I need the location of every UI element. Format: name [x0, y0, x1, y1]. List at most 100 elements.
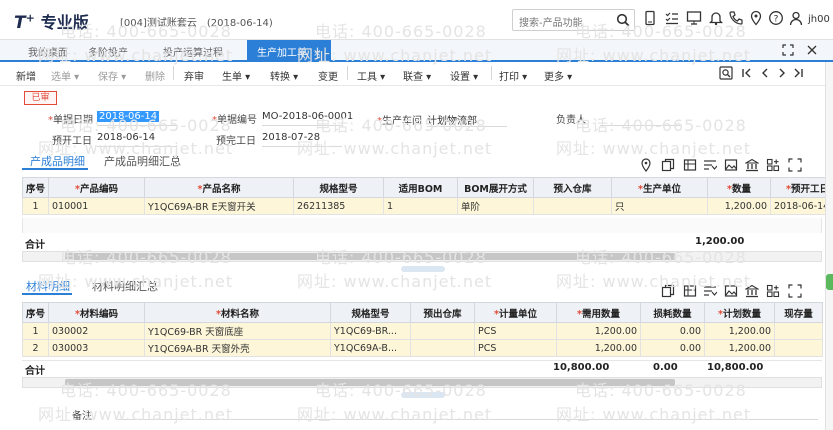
mobile-icon[interactable]	[642, 10, 658, 26]
product-column-header[interactable]: BOM展开方式	[457, 177, 534, 198]
print-button[interactable]: 打印 ▾	[499, 68, 527, 83]
product-column-header[interactable]: *生产单位	[611, 177, 708, 198]
tab-product-detail[interactable]: 产成品明细	[30, 153, 85, 169]
material-cell[interactable]	[410, 339, 475, 357]
product-cell[interactable]: 1	[383, 197, 458, 215]
location-icon[interactable]	[748, 10, 764, 26]
phone-icon[interactable]	[728, 10, 744, 26]
filter-icon[interactable]	[703, 158, 717, 172]
material-cell[interactable]: 1,200.00	[704, 322, 775, 340]
fullscreen-icon[interactable]	[788, 158, 802, 172]
product-cell[interactable]: Y1QC69A-BR E天窗开关	[144, 197, 294, 215]
material-cell[interactable]: 0.00	[640, 339, 705, 357]
maximize-icon[interactable]	[782, 44, 794, 56]
material-cell[interactable]: 030002	[48, 322, 145, 340]
product-row[interactable]: 1 010001 Y1QC69A-BR E天窗开关 26211385 1 单阶只 1,200…	[22, 197, 833, 215]
material-column-header[interactable]: *计划数量	[704, 302, 775, 323]
material-cell[interactable]	[774, 322, 823, 340]
previous-record-icon[interactable]	[759, 67, 771, 79]
material-column-header[interactable]: 序号	[22, 302, 49, 323]
splitter-handle[interactable]	[401, 266, 445, 272]
monitor-icon[interactable]	[686, 10, 702, 26]
material-cell[interactable]: 1,200.00	[556, 339, 641, 357]
close-icon[interactable]: ×	[313, 48, 321, 59]
more-button[interactable]: 更多 ▾	[544, 68, 572, 83]
query-button[interactable]: 联查 ▾	[403, 68, 431, 83]
filter-icon[interactable]	[703, 284, 717, 298]
grid-add-icon[interactable]	[766, 284, 780, 298]
scrollbar-thumb[interactable]	[65, 379, 675, 386]
product-column-header[interactable]: 规格型号	[293, 177, 384, 198]
product-column-header[interactable]: *预开工日	[770, 177, 833, 198]
bank-icon[interactable]	[745, 158, 759, 172]
insert-row-icon[interactable]	[683, 158, 697, 172]
material-column-header[interactable]: 损耗数量	[640, 302, 705, 323]
material-cell[interactable]: Y1QC69-BR 天窗底座	[144, 322, 331, 340]
material-cell[interactable]: Y1QC69A-BR 天窗外壳	[144, 339, 331, 357]
product-scrollbar[interactable]	[22, 251, 822, 262]
date-field[interactable]: 2018-06-14	[97, 111, 160, 122]
first-record-icon[interactable]	[741, 67, 753, 79]
product-cell[interactable]: 26211385	[293, 197, 384, 215]
material-column-header[interactable]: 现存量	[774, 302, 823, 323]
product-cell[interactable]: 只	[611, 197, 708, 215]
material-cell[interactable]	[410, 322, 475, 340]
material-column-header[interactable]: *材料名称	[144, 302, 331, 323]
material-cell[interactable]: PCS	[474, 322, 557, 340]
material-row[interactable]: 2 030003 Y1QC69A-BR 天窗外壳 Y1QC69A-B... PCS 1,2…	[22, 339, 823, 357]
material-cell[interactable]	[774, 339, 823, 357]
change-button[interactable]: 变更	[318, 68, 338, 83]
unaudit-button[interactable]: 弃审	[184, 68, 204, 83]
find-icon[interactable]	[719, 66, 733, 80]
next-record-icon[interactable]	[776, 67, 788, 79]
product-column-header[interactable]: 序号	[22, 177, 49, 198]
material-cell[interactable]: 030003	[48, 339, 145, 357]
product-cell[interactable]: 单阶	[457, 197, 534, 215]
image-icon[interactable]	[724, 284, 738, 298]
material-cell[interactable]: Y1QC69-BR...	[330, 322, 411, 340]
location-icon[interactable]	[639, 158, 653, 172]
material-column-header[interactable]: 预出仓库	[410, 302, 475, 323]
material-cell[interactable]: PCS	[474, 339, 557, 357]
last-record-icon[interactable]	[792, 67, 804, 79]
material-cell[interactable]: 1,200.00	[556, 322, 641, 340]
product-column-header[interactable]: 适用BOM	[383, 177, 458, 198]
help-icon[interactable]: ?	[768, 10, 784, 26]
user-icon[interactable]	[788, 10, 804, 26]
product-cell[interactable]: 010001	[48, 197, 145, 215]
splitter-handle[interactable]	[401, 392, 445, 398]
material-column-header[interactable]: 规格型号	[330, 302, 411, 323]
user-name[interactable]: jh00	[808, 14, 830, 25]
end-date-field[interactable]: 2018-07-28	[262, 132, 320, 143]
product-column-header[interactable]: *产品名称	[144, 177, 294, 198]
material-scrollbar[interactable]	[22, 377, 822, 388]
material-cell[interactable]: Y1QC69A-B...	[330, 339, 411, 357]
code-field[interactable]: MO-2018-06-0001	[262, 111, 353, 122]
material-cell[interactable]: 2	[22, 339, 49, 357]
checklist-icon[interactable]	[664, 10, 680, 26]
remark-field[interactable]	[118, 419, 818, 420]
tab-desktop[interactable]: 我的桌面	[28, 44, 68, 59]
tab-production-calc[interactable]: 投产运算过程	[163, 44, 223, 59]
choose-button[interactable]: 选单 ▾	[51, 68, 79, 83]
settings-button[interactable]: 设置 ▾	[450, 68, 478, 83]
insert-row-icon[interactable]	[683, 284, 697, 298]
close-window-icon[interactable]	[806, 44, 818, 56]
generate-button[interactable]: 生单 ▾	[222, 68, 250, 83]
product-cell[interactable]: 1	[22, 197, 49, 215]
scrollbar-thumb[interactable]	[65, 253, 675, 260]
tab-material-summary[interactable]: 材料明细汇总	[92, 278, 158, 294]
copy-icon[interactable]	[661, 284, 675, 298]
tab-material-detail[interactable]: 材料明细	[26, 278, 70, 294]
save-button[interactable]: 保存 ▾	[98, 68, 126, 83]
tab-product-summary[interactable]: 产成品明细汇总	[104, 153, 181, 169]
copy-icon[interactable]	[661, 158, 675, 172]
delete-button[interactable]: 删除	[145, 68, 165, 83]
search-input[interactable]: 搜索-产品功能	[512, 9, 635, 31]
right-scrollbar[interactable]	[825, 62, 833, 430]
bank-icon[interactable]	[745, 284, 759, 298]
image-icon[interactable]	[724, 158, 738, 172]
material-column-header[interactable]: *计量单位	[474, 302, 557, 323]
product-column-header[interactable]: *数量	[707, 177, 771, 198]
product-cell[interactable]: 1,200.00	[707, 197, 771, 215]
